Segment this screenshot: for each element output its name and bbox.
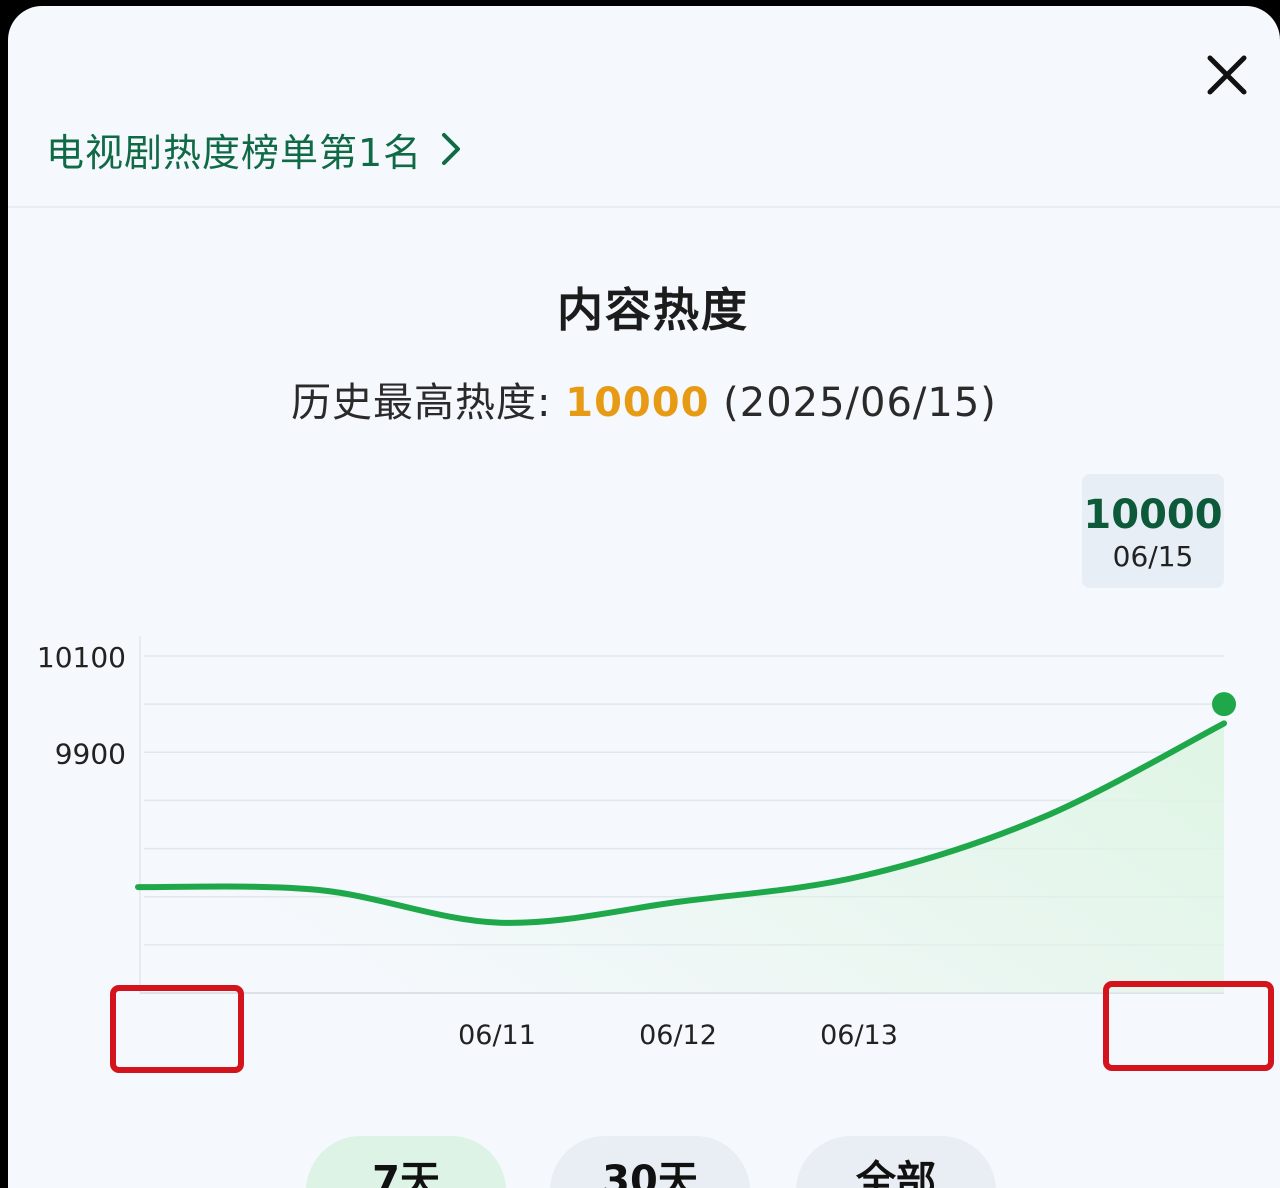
highlight-box <box>110 985 244 1073</box>
x-tick-label: 06/12 <box>639 1020 717 1051</box>
tab-30-days[interactable]: 30天 <box>550 1136 750 1188</box>
bottom-sheet: 电视剧热度榜单第1名 内容热度 历史最高热度: 10000 (2025/06/1… <box>8 6 1280 1188</box>
highlight-box <box>1103 981 1274 1071</box>
heat-line-chart: 10100 9900 06/11 06/12 06/13 <box>37 636 1274 1073</box>
y-tick-label: 10100 <box>37 641 126 674</box>
data-point-marker <box>1212 692 1236 717</box>
tab-7-days[interactable]: 7天 <box>306 1136 506 1188</box>
y-tick-label: 9900 <box>55 737 126 770</box>
x-tick-label: 06/11 <box>458 1020 536 1051</box>
tab-all[interactable]: 全部 <box>796 1136 996 1188</box>
series-area <box>138 723 1224 993</box>
x-tick-label: 06/13 <box>820 1020 898 1051</box>
